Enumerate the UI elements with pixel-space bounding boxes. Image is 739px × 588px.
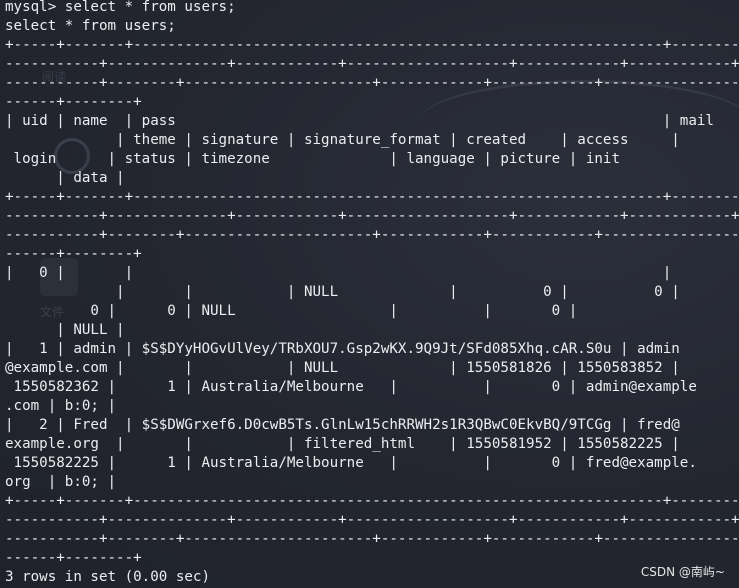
table-header: | uid | name | pass | mail: [5, 113, 714, 129]
table-border: +-----+-------+-------------------------…: [5, 189, 739, 205]
table-row: | 2 | Fred | $S$DWGrxef6.D0cwB5Ts.GlnLw1…: [5, 417, 680, 433]
table-border: -----------+--------+-------------------…: [5, 75, 739, 91]
table-border: -----------+--------------+------------+…: [5, 208, 739, 224]
table-row: @example.com | | | NULL | 1550581826 | 1…: [5, 360, 680, 376]
table-border: ------+--------+: [5, 550, 142, 566]
table-border: -----------+--------------+------------+…: [5, 56, 739, 72]
table-row: | | | NULL | 0 | 0 |: [5, 284, 680, 300]
table-row: 1550582225 | 1 | Australia/Melbourne | |…: [5, 455, 697, 471]
table-row: .com | b:0; |: [5, 398, 117, 414]
table-border: -----------+--------------+------------+…: [5, 512, 739, 528]
table-row: 0 | 0 | NULL | | 0 |: [5, 303, 578, 319]
table-border: +-----+-------+-------------------------…: [5, 493, 739, 509]
table-row: | NULL |: [5, 322, 125, 338]
table-row: org | b:0; |: [5, 474, 117, 490]
result-summary: 3 rows in set (0.00 sec): [5, 569, 210, 585]
table-row: | 1 | admin | $S$DYyHOGvUlVey/TRbXOU7.Gs…: [5, 341, 680, 357]
table-border: ------+--------+: [5, 94, 142, 110]
table-header: | data |: [5, 170, 125, 186]
echo-line: select * from users;: [5, 18, 176, 34]
table-border: -----------+--------+-------------------…: [5, 531, 739, 547]
table-border: -----------+--------+-------------------…: [5, 227, 739, 243]
terminal-output: mysql> select * from users; select * from…: [5, 0, 739, 587]
terminal-window[interactable]: 阅读 文件 mysql> select * from users; select …: [0, 0, 739, 588]
table-row: example.org | | | filtered_html | 155058…: [5, 436, 680, 452]
watermark: CSDN @南屿~: [640, 565, 725, 579]
table-header: | theme | signature | signature_format |…: [5, 132, 680, 148]
prompt-line: mysql> select * from users;: [5, 0, 236, 15]
table-header: login | status | timezone | language | p…: [5, 151, 620, 167]
table-row: | 0 | | |: [5, 265, 672, 281]
table-border: +-----+-------+-------------------------…: [5, 37, 739, 53]
table-border: ------+--------+: [5, 246, 142, 262]
table-row: 1550582362 | 1 | Australia/Melbourne | |…: [5, 379, 697, 395]
